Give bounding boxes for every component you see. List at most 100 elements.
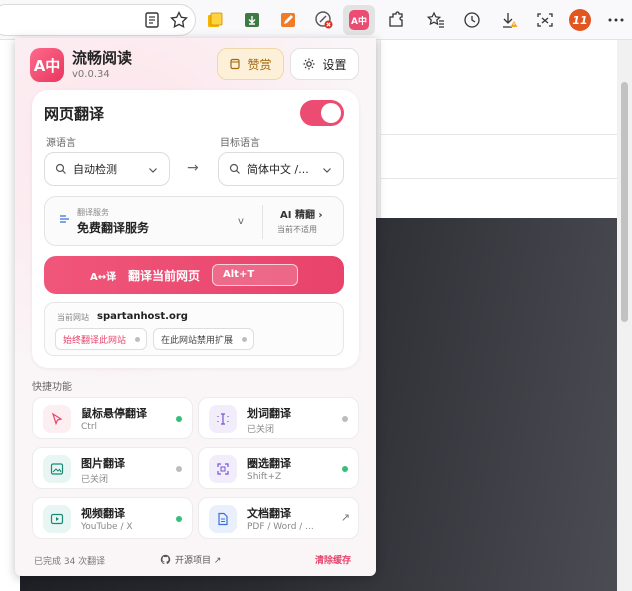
- screenshot-icon[interactable]: [533, 8, 557, 32]
- history-icon[interactable]: [460, 8, 484, 32]
- clear-cache-button[interactable]: 清除缓存: [315, 553, 351, 566]
- quick-item-selection-translate[interactable]: 划词翻译 已关闭: [198, 397, 359, 439]
- always-translate-site-chip[interactable]: 始终翻译此网站: [55, 328, 147, 350]
- status-dot: [135, 337, 140, 342]
- quick-item-sub: PDF / Word / ...: [247, 522, 314, 532]
- quick-features-title: 快捷功能: [32, 382, 72, 393]
- app-name: 流畅阅读: [72, 49, 133, 67]
- web-translate-title: 网页翻译: [44, 105, 105, 123]
- quick-item-sub: 已关闭: [81, 475, 109, 485]
- status-dot-off: [176, 466, 182, 472]
- donate-label: 赞赏: [247, 57, 272, 72]
- quick-item-title: 文档翻译: [247, 507, 291, 520]
- current-site-box: 当前网站 spartanhost.org 始终翻译此网站 在此网站禁用扩展: [44, 302, 344, 356]
- extension-shield-blocked-icon[interactable]: [312, 8, 336, 32]
- search-icon: [55, 163, 66, 174]
- background-page-header: [380, 40, 632, 218]
- current-site-host: spartanhost.org: [97, 311, 188, 322]
- target-language-select[interactable]: 简体中文 /...: [218, 152, 344, 186]
- gear-icon: [303, 58, 315, 70]
- extension-download-icon[interactable]: [240, 8, 264, 32]
- favorites-icon[interactable]: [424, 8, 448, 32]
- source-language-select[interactable]: 自动检测: [44, 152, 170, 186]
- toggle-knob: [321, 103, 341, 123]
- service-caption: 翻译服务: [77, 208, 109, 217]
- web-translate-toggle[interactable]: [300, 100, 344, 126]
- favorite-star-icon[interactable]: [167, 8, 191, 32]
- cup-icon: [230, 58, 241, 70]
- disable-on-site-chip[interactable]: 在此网站禁用扩展: [153, 328, 254, 350]
- translate-page-button[interactable]: A↔译 翻译当前网页 Alt+T: [44, 256, 344, 294]
- source-language-value: 自动检测: [73, 163, 117, 176]
- extension-pencil-icon[interactable]: [276, 8, 300, 32]
- service-value: 免费翻译服务: [77, 221, 150, 235]
- profile-badge: 11: [569, 9, 591, 31]
- quick-item-title: 鼠标悬停翻译: [81, 407, 147, 420]
- translate-page-label: 翻译当前网页: [128, 269, 201, 283]
- external-link-icon: ↗: [340, 511, 350, 524]
- search-icon: [229, 163, 240, 174]
- area-select-icon: [209, 455, 237, 483]
- translator-popup: A中 流畅阅读 v0.0.34 赞赏 设置 网页翻译 源语言 自动检测 → 目标…: [15, 38, 376, 576]
- image-icon: [43, 455, 71, 483]
- reader-view-icon[interactable]: [140, 8, 164, 32]
- target-language-value: 简体中文 /...: [247, 163, 309, 176]
- web-translate-card: 网页翻译 源语言 自动检测 → 目标语言 简体中文 /... 翻译服务 免费翻译…: [32, 90, 359, 368]
- language-arrow: →: [187, 160, 199, 176]
- status-dot-on: [176, 516, 182, 522]
- quick-item-sub: Ctrl: [81, 422, 98, 432]
- logo-text: A中: [33, 56, 61, 75]
- ai-refine-label[interactable]: AI 精翻 ›: [280, 206, 323, 221]
- quick-item-document-translate[interactable]: 文档翻译 PDF / Word / ... ↗: [198, 497, 359, 539]
- quick-item-sub: Shift+Z: [247, 472, 282, 482]
- chevron-down-icon: [149, 168, 157, 173]
- quick-item-title: 图片翻译: [81, 457, 125, 470]
- quick-item-image-translate[interactable]: 图片翻译 已关闭: [32, 447, 193, 489]
- text-cursor-icon: [209, 405, 237, 433]
- translate-shortcut: Alt+T: [212, 264, 298, 286]
- quick-item-video-translate[interactable]: 视频翻译 YouTube / X: [32, 497, 193, 539]
- service-chevron: v: [238, 216, 244, 227]
- quick-item-title: 视频翻译: [81, 507, 125, 520]
- divider: [381, 178, 632, 179]
- open-source-label: 开源项目 ↗: [175, 556, 222, 566]
- quick-item-area-translate[interactable]: 圈选翻译 Shift+Z: [198, 447, 359, 489]
- extensions-puzzle-icon[interactable]: [384, 8, 408, 32]
- open-source-link[interactable]: 开源项目 ↗: [160, 553, 221, 566]
- scrollbar-thumb[interactable]: [621, 82, 628, 322]
- quick-item-sub: YouTube / X: [81, 522, 133, 532]
- settings-label: 设置: [322, 57, 347, 72]
- cursor-icon: [43, 405, 71, 433]
- service-list-icon: [60, 215, 69, 223]
- extension-sticky-notes-icon[interactable]: [203, 8, 227, 32]
- extension-translator-icon[interactable]: A中: [343, 5, 375, 35]
- current-site-caption: 当前网站: [57, 313, 89, 322]
- quick-item-title: 划词翻译: [247, 407, 291, 420]
- source-language-label: 源语言: [46, 138, 76, 149]
- target-language-label: 目标语言: [220, 138, 260, 149]
- browser-toolbar: A中 11: [0, 0, 632, 40]
- quick-item-sub: 已关闭: [247, 425, 275, 435]
- page-scrollbar[interactable]: [617, 40, 632, 591]
- translation-service-selector[interactable]: 翻译服务 免费翻译服务 v AI 精翻 › 当前不适用: [44, 196, 344, 246]
- service-divider: [262, 205, 263, 239]
- quick-item-title: 圈选翻译: [247, 457, 291, 470]
- donate-button[interactable]: 赞赏: [217, 48, 284, 80]
- more-menu-icon[interactable]: [604, 8, 628, 32]
- disable-on-site-label: 在此网站禁用扩展: [161, 335, 234, 346]
- profile-11-icon[interactable]: 11: [568, 8, 592, 32]
- document-icon: [209, 505, 237, 533]
- settings-button[interactable]: 设置: [290, 48, 359, 80]
- divider: [381, 134, 632, 135]
- ai-refine-status: 当前不适用: [277, 225, 317, 234]
- status-dot: [242, 337, 247, 342]
- translate-glyph-icon: A↔译: [90, 272, 117, 283]
- app-version: v0.0.34: [72, 69, 110, 80]
- status-dot-off: [342, 416, 348, 422]
- downloads-icon[interactable]: [497, 8, 521, 32]
- status-dot-on: [342, 466, 348, 472]
- video-icon: [43, 505, 71, 533]
- quick-item-hover-translate[interactable]: 鼠标悬停翻译 Ctrl: [32, 397, 193, 439]
- status-dot-on: [176, 416, 182, 422]
- github-icon: [160, 554, 171, 565]
